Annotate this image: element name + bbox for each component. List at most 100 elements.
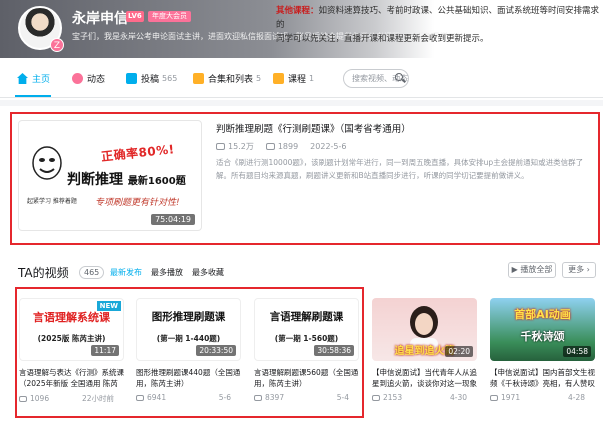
tab-home[interactable]: 主页 (17, 72, 50, 85)
featured-thumbnail[interactable]: 正确率80%! 判断推理 最新1600题 起紧学习 推荐着题 专项刷题更有针对性… (18, 120, 202, 231)
play-all-button[interactable]: ▶ 播放全部 (508, 262, 556, 278)
video-thumbnail[interactable]: 言语理解系统课 (2025版 陈芮主讲) NEW 11:17 (19, 298, 124, 361)
notice-prefix: 其他课程： (276, 6, 319, 16)
video-meta: 8397 5-4 (254, 393, 359, 402)
avatar-badge: Z (50, 38, 64, 52)
video-title[interactable]: 【申信说面试】国内首部文生视频《千秋诗颂》亮相，有人赞叹有人担忧 (490, 367, 595, 389)
video-duration: 04:58 (563, 346, 591, 357)
dynamic-icon (72, 73, 83, 84)
video-thumbnail[interactable]: 首部AI动画 千秋诗颂 04:58 (490, 298, 595, 361)
thumb-title: 言语理解系统课 (33, 311, 110, 324)
tab-collections[interactable]: 合集和列表 5 (193, 72, 261, 85)
video-card[interactable]: 追星到追火箭 02:20 【申信说面试】当代青年人从追星到追火箭，谈谈你对这一现… (372, 298, 477, 402)
tab-posts-label: 投稿 (141, 75, 160, 85)
home-icon (17, 73, 28, 84)
video-duration: 11:17 (91, 345, 119, 356)
notice-line2: 同学可以先关注，直播开课和课程更新会收到更新提示。 (276, 34, 489, 44)
video-card[interactable]: 图形推理刷题课 (第一期 1-440题) 20:33:50 图形推理刷题课440… (136, 298, 241, 402)
video-views: 1096 (30, 394, 50, 403)
featured-thumb-main-sub: 最新1600题 (127, 176, 186, 187)
notice-text: 其他课程：如资料速算技巧、考前时政课、公共基础知识、面试系统班等时间安排需求的 … (276, 4, 603, 46)
video-date: 5-4 (336, 393, 349, 402)
video-views: 2153 (383, 393, 403, 402)
featured-thumb-accuracy: 正确率80%! (100, 142, 176, 164)
thumb-subtitle: (第一期 1-440题) (156, 334, 221, 343)
video-title[interactable]: 言语理解与表达《行测》系统课（2025年新版 全国通用 陈芮主讲） (19, 367, 124, 389)
video-title[interactable]: 图形推理刷题课440题（全国通用，陈芮主讲） (136, 367, 241, 389)
tab-courses-count: 1 (309, 74, 315, 83)
featured-thumb-caption: 起紧学习 推荐着题 (27, 198, 77, 205)
featured-date: 2022-5-6 (310, 142, 347, 151)
sort-latest[interactable]: 最新发布 (110, 267, 142, 278)
tab-dynamic-label: 动态 (87, 75, 106, 85)
video-card[interactable]: 首部AI动画 千秋诗颂 04:58 【申信说面试】国内首部文生视频《千秋诗颂》亮… (490, 298, 595, 402)
featured-thumb-script: 专项刷题更有针对性! (95, 198, 180, 208)
section-title: TA的视频 (18, 266, 69, 280)
video-title[interactable]: 言语理解刷题课560题（全国通用，陈芮主讲） (254, 367, 359, 389)
play-count-icon (216, 143, 225, 150)
video-meta: 2153 4-30 (372, 393, 477, 402)
video-meta: 6941 5-6 (136, 393, 241, 402)
active-tab-indicator (15, 95, 51, 97)
video-date: 4-30 (449, 393, 467, 402)
profile-page: Z 永岸申信 LV6 年度大会员 宝子们，我是永岸公考申论面试主讲，进面欢迎私信… (0, 0, 603, 424)
featured-views: 15.2万 (216, 141, 254, 152)
meme-face-icon (32, 146, 62, 180)
notice-line1: 如资料速算技巧、考前时政课、公共基础知识、面试系统班等时间安排需求的 (276, 6, 600, 30)
thumb-subtitle: 千秋诗颂 (520, 330, 565, 343)
video-views: 6941 (147, 393, 167, 402)
thumb-title: 图形推理刷题课 (151, 311, 226, 323)
thumb-title: 言语理解刷题课 (269, 311, 344, 323)
featured-meta: 15.2万 1899 2022-5-6 (216, 141, 346, 152)
featured-thumb-title: 判断推理 最新1600题 (67, 169, 186, 189)
play-count-icon (254, 394, 262, 401)
play-count-icon (136, 394, 144, 401)
video-card[interactable]: 言语理解系统课 (2025版 陈芮主讲) NEW 11:17 言语理解与表达《行… (19, 298, 124, 404)
video-thumbnail[interactable]: 言语理解刷题课 (第一期 1-560题) 30:58:36 (254, 298, 359, 361)
featured-thumb-main: 判断推理 (67, 172, 123, 188)
tab-dynamic[interactable]: 动态 (72, 72, 105, 85)
username: 永岸申信 (72, 11, 128, 27)
tab-courses[interactable]: 课程 1 (273, 72, 314, 85)
thumb-title: 首部AI动画 (514, 308, 571, 321)
video-thumbnail[interactable]: 图形推理刷题课 (第一期 1-440题) 20:33:50 (136, 298, 241, 361)
video-views: 1971 (501, 393, 521, 402)
tab-courses-label: 课程 (288, 75, 307, 85)
video-card[interactable]: 言语理解刷题课 (第一期 1-560题) 30:58:36 言语理解刷题课560… (254, 298, 359, 402)
search-icon[interactable] (395, 73, 403, 81)
featured-duration: 75:04:19 (151, 214, 195, 225)
featured-title[interactable]: 判断推理刷题《行测刷题课》（国考省考通用） (216, 121, 411, 135)
tab-collections-label: 合集和列表 (208, 75, 254, 85)
video-views: 8397 (265, 393, 285, 402)
thumb-subtitle: (第一期 1-560题) (274, 334, 339, 343)
video-duration: 20:33:50 (196, 345, 236, 356)
video-duration: 02:20 (445, 346, 473, 357)
featured-danmaku: 1899 (265, 141, 298, 152)
tab-posts[interactable]: 投稿 565 (126, 72, 177, 85)
video-title[interactable]: 【申信说面试】当代青年人从追星到追火箭，谈谈你对这一现象的看法 (372, 367, 477, 389)
play-count-icon (490, 394, 498, 401)
play-all-label: 播放全部 (520, 265, 553, 274)
video-thumbnail[interactable]: 追星到追火箭 02:20 (372, 298, 477, 361)
video-meta: 1096 22小时前 (19, 393, 124, 404)
course-icon (273, 73, 284, 84)
tab-collections-count: 5 (256, 74, 262, 83)
featured-description: 适合《刷进行测10000题》，该刷题计划常年进行，同一到周五晚直播，具体安排up… (216, 158, 584, 180)
more-label: 更多 (568, 265, 585, 274)
video-date: 4-28 (567, 393, 585, 402)
sort-most-played[interactable]: 最多播放 (151, 267, 183, 278)
video-icon (126, 73, 137, 84)
danmaku-icon (265, 143, 275, 150)
level-badge: LV6 (126, 11, 144, 22)
more-button[interactable]: 更多 › (562, 262, 596, 278)
new-badge: NEW (96, 301, 121, 311)
profile-nav: 主页 动态 投稿 565 合集和列表 5 课程 1 搜索视频、动态 (0, 58, 603, 98)
sort-most-favorited[interactable]: 最多收藏 (192, 267, 224, 278)
collection-icon (193, 73, 204, 84)
play-count-icon (372, 394, 380, 401)
section-count: 465 (79, 266, 105, 279)
video-meta: 1971 4-28 (490, 393, 595, 402)
vip-badge[interactable]: 年度大会员 (148, 11, 191, 22)
thumb-subtitle: (2025版 陈芮主讲) (37, 334, 106, 343)
video-date: 5-6 (218, 393, 231, 402)
